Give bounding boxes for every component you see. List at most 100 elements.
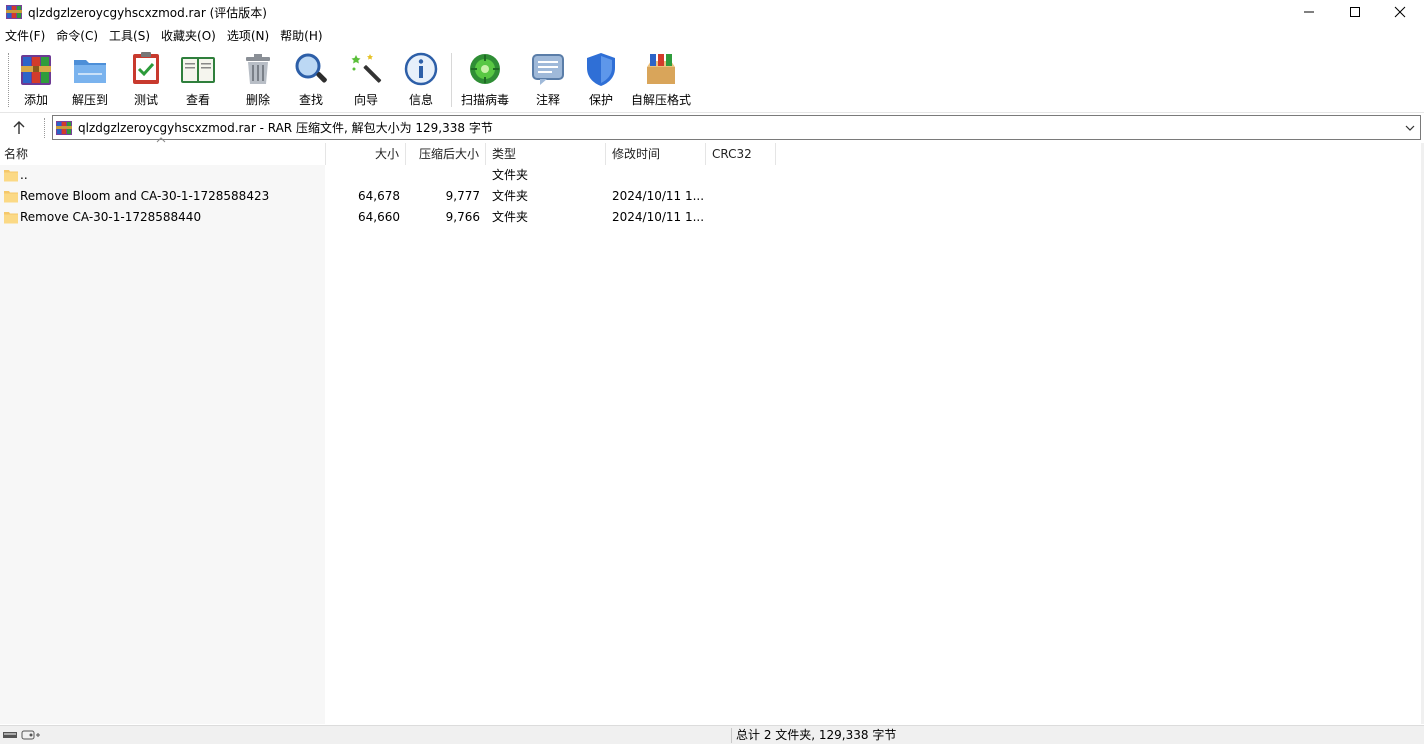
add-label: 添加	[23, 93, 48, 107]
delete-label: 删除	[245, 93, 270, 107]
trash-icon	[246, 54, 270, 84]
virus-scan-label: 扫描病毒	[461, 93, 510, 107]
minimize-icon	[1304, 11, 1314, 13]
status-divider	[731, 728, 732, 743]
close-button[interactable]	[1377, 0, 1423, 24]
magnifier-icon	[295, 53, 327, 83]
item-size: 64,678	[358, 189, 400, 203]
column-modified-label: 修改时间	[612, 147, 661, 161]
item-type: 文件夹	[492, 168, 529, 182]
address-bar[interactable]: qlzdgzlzeroycgyhscxzmod.rar - RAR 压缩文件, …	[52, 115, 1421, 140]
address-row: qlzdgzlzeroycgyhscxzmod.rar - RAR 压缩文件, …	[0, 114, 1424, 142]
toolbar-grip[interactable]	[8, 53, 11, 107]
winrar-window: qlzdgzlzeroycgyhscxzmod.rar (评估版本) 文件(F)…	[0, 0, 1424, 744]
maximize-button[interactable]	[1332, 0, 1378, 24]
wizard-button[interactable]: 向导	[348, 51, 384, 109]
shield-icon	[587, 53, 615, 86]
menu-favorites[interactable]: 收藏夹(O)	[156, 25, 222, 47]
info-icon	[404, 52, 438, 86]
test-icon	[133, 52, 159, 84]
column-header: 名称 大小 压缩后大小 类型 修改时间 CRC32	[0, 137, 1424, 165]
title-bar: qlzdgzlzeroycgyhscxzmod.rar (评估版本)	[0, 0, 1424, 24]
delete-button[interactable]: 删除	[240, 51, 276, 109]
menu-bar: 文件(F) 命令(C) 工具(S) 收藏夹(O) 选项(N) 帮助(H)	[0, 25, 1424, 47]
view-book-icon	[181, 57, 215, 83]
column-name-label: 名称	[4, 147, 29, 161]
extract-to-button[interactable]: 解压到	[72, 51, 108, 109]
address-text: qlzdgzlzeroycgyhscxzmod.rar - RAR 压缩文件, …	[78, 121, 493, 135]
column-name[interactable]: 名称	[0, 137, 326, 165]
folder-icon	[4, 191, 18, 203]
column-size[interactable]: 大小	[326, 143, 406, 165]
menu-tools[interactable]: 工具(S)	[104, 25, 156, 47]
comment-label: 注释	[535, 93, 560, 107]
file-list[interactable]: .. 文件夹 Remove Bloom and CA-30-1-17285884…	[0, 165, 1424, 724]
comment-icon	[532, 54, 564, 85]
column-modified[interactable]: 修改时间	[606, 143, 706, 165]
item-packed: 9,777	[445, 189, 480, 203]
item-modified: 2024/10/11 1...	[612, 189, 705, 203]
column-size-label: 大小	[374, 147, 399, 161]
item-modified: 2024/10/11 1...	[612, 210, 705, 224]
protect-label: 保护	[588, 93, 613, 107]
maximize-icon	[1350, 7, 1360, 17]
address-dropdown[interactable]	[1402, 119, 1418, 137]
list-item[interactable]: Remove Bloom and CA-30-1-1728588423 64,6…	[0, 186, 1424, 207]
status-text: 总计 2 文件夹, 129,338 字节	[736, 728, 897, 742]
extract-to-label: 解压到	[72, 93, 109, 107]
protect-button[interactable]: 保护	[583, 51, 619, 109]
arrow-up-icon	[13, 121, 25, 134]
rar-file-icon	[56, 120, 72, 135]
item-packed: 9,766	[445, 210, 480, 224]
column-type-label: 类型	[492, 147, 517, 161]
test-button[interactable]: 测试	[128, 51, 164, 109]
view-button[interactable]: 查看	[180, 51, 216, 109]
column-crc32-label: CRC32	[712, 147, 752, 161]
info-button[interactable]: 信息	[403, 51, 439, 109]
add-button[interactable]: 添加	[18, 51, 54, 109]
column-packed-label: 压缩后大小	[418, 147, 479, 161]
menu-options[interactable]: 选项(N)	[222, 25, 275, 47]
toolbar-separator	[451, 53, 452, 107]
item-type: 文件夹	[492, 189, 529, 203]
column-packed[interactable]: 压缩后大小	[406, 143, 486, 165]
drive-status-icon	[3, 730, 40, 740]
address-grip[interactable]	[44, 118, 47, 138]
add-archive-icon	[21, 55, 51, 85]
status-bar: 总计 2 文件夹, 129,338 字节	[0, 725, 1424, 744]
window-title: qlzdgzlzeroycgyhscxzmod.rar (评估版本)	[28, 5, 267, 20]
view-label: 查看	[185, 93, 210, 107]
virus-scan-button[interactable]: 扫描病毒	[461, 51, 509, 109]
info-label: 信息	[408, 93, 433, 107]
item-type: 文件夹	[492, 210, 529, 224]
chevron-down-icon	[1405, 125, 1415, 131]
close-icon	[1394, 6, 1406, 18]
extract-to-icon	[74, 60, 106, 83]
wizard-label: 向导	[353, 93, 378, 107]
sfx-label: 自解压格式	[631, 93, 692, 107]
list-item[interactable]: Remove CA-30-1-1728588440 64,660 9,766 文…	[0, 207, 1424, 228]
find-button[interactable]: 查找	[293, 51, 329, 109]
comment-button[interactable]: 注释	[530, 51, 566, 109]
sfx-button[interactable]: 自解压格式	[631, 51, 691, 109]
column-crc32[interactable]: CRC32	[706, 143, 776, 165]
column-type[interactable]: 类型	[486, 143, 606, 165]
sort-ascending-icon	[156, 137, 166, 143]
item-name: ..	[20, 168, 28, 182]
test-label: 测试	[133, 93, 158, 107]
folder-icon	[4, 170, 18, 182]
minimize-button[interactable]	[1286, 0, 1332, 24]
menu-help[interactable]: 帮助(H)	[275, 25, 328, 47]
sfx-box-icon	[647, 54, 675, 84]
toolbar: 添加 解压到 测试 查看 删除 查找 向导 信息 扫描病毒 注释 保护 自解压格…	[0, 47, 1424, 113]
virus-scan-icon	[470, 54, 500, 84]
item-size: 64,660	[358, 210, 400, 224]
menu-commands[interactable]: 命令(C)	[51, 25, 104, 47]
menu-file[interactable]: 文件(F)	[0, 25, 51, 47]
item-name: Remove Bloom and CA-30-1-1728588423	[20, 189, 270, 203]
find-label: 查找	[298, 93, 323, 107]
item-packed	[406, 165, 480, 186]
winrar-app-icon	[6, 5, 22, 19]
up-one-level-button[interactable]	[8, 118, 30, 138]
list-item[interactable]: .. 文件夹	[0, 165, 1424, 186]
